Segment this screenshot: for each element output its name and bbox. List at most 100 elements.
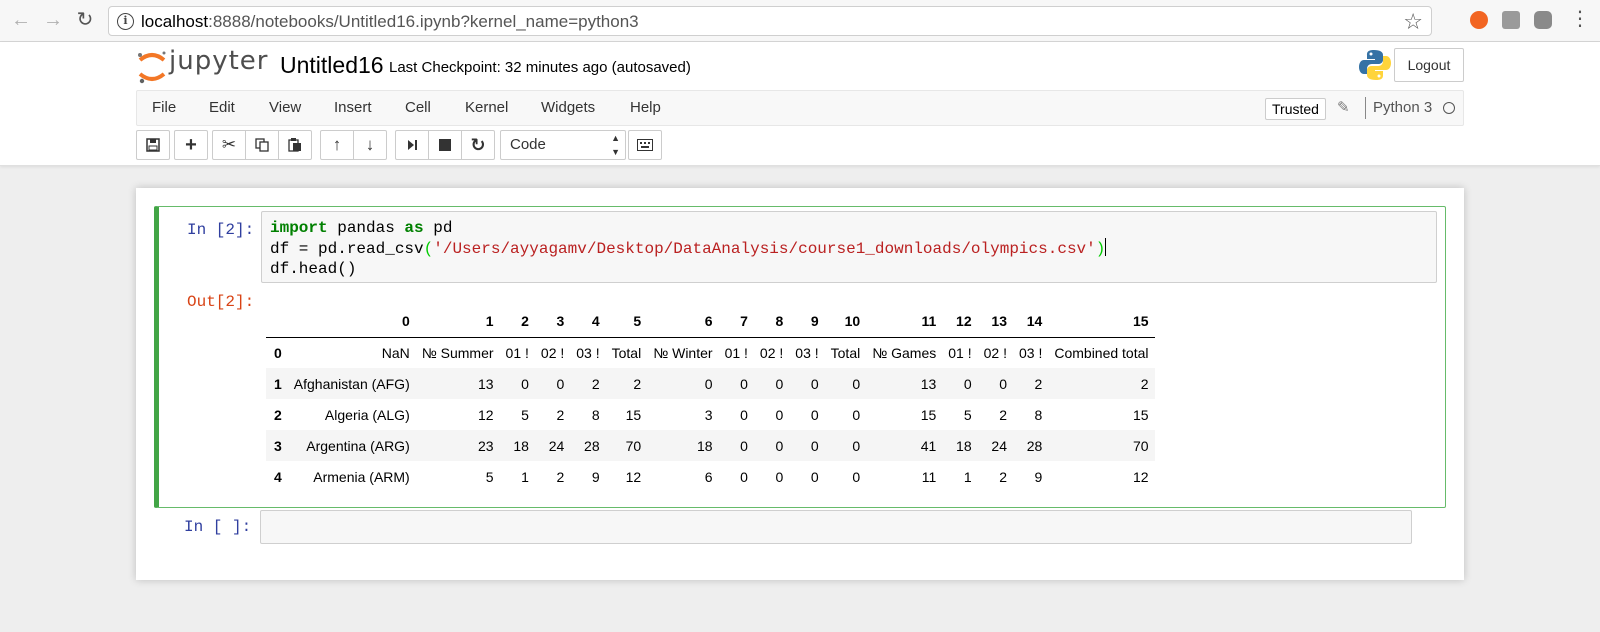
- table-cell: 0: [775, 468, 784, 485]
- insert-cell-button[interactable]: +: [174, 130, 208, 160]
- extension-icon[interactable]: [1534, 11, 1552, 29]
- table-cell: 12: [625, 468, 642, 485]
- table-cell: 3: [704, 406, 713, 423]
- jupyter-logo-text[interactable]: jupyter: [169, 46, 268, 76]
- menu-insert[interactable]: Insert: [334, 91, 372, 125]
- table-cell: 0: [852, 375, 861, 392]
- table-cell: 03 !: [576, 344, 600, 361]
- notebook-title[interactable]: Untitled16: [280, 52, 384, 79]
- menu-widgets[interactable]: Widgets: [541, 91, 595, 125]
- bookmark-star-icon[interactable]: ☆: [1403, 9, 1423, 35]
- table-row: 2 Algeria (ALG) 12 5 2 8 15 3 0 0 0 0 15 5 2 8 15: [266, 399, 1155, 430]
- code-text: df = pd.read_csv: [270, 240, 424, 258]
- menu-edit[interactable]: Edit: [209, 91, 235, 125]
- url-host: localhost: [141, 12, 209, 31]
- column-header: 11: [866, 306, 943, 338]
- paste-button[interactable]: [278, 130, 312, 160]
- forward-icon[interactable]: →: [42, 9, 64, 31]
- row-index: 2: [274, 406, 282, 423]
- column-header: 12: [942, 306, 978, 338]
- column-header: 5: [605, 306, 648, 338]
- table-row: 3 Argentina (ARG) 23 18 24 28 70 18 0 0 0 0 41 18 24 28…: [266, 430, 1155, 461]
- url-text[interactable]: localhost:8888/notebooks/Untitled16.ipyn…: [141, 12, 639, 32]
- cut-button[interactable]: ✂: [212, 130, 246, 160]
- column-header: 15: [1048, 306, 1155, 338]
- extension-icon[interactable]: [1502, 11, 1520, 29]
- table-cell: 70: [625, 437, 642, 454]
- info-icon[interactable]: i: [117, 13, 134, 30]
- table-cell: 2: [556, 468, 565, 485]
- scissors-icon: ✂: [221, 135, 237, 154]
- restart-button[interactable]: ↻: [461, 130, 495, 160]
- code-text: pandas: [327, 219, 405, 237]
- code-text: pd: [423, 219, 453, 237]
- url-path: :8888/notebooks/Untitled16.ipynb?kernel_…: [208, 12, 639, 31]
- cell-type-select[interactable]: Code ▲ ▼: [500, 130, 626, 160]
- table-cell: 0: [810, 468, 819, 485]
- table-cell: Armenia (ARM): [313, 468, 410, 485]
- table-cell: 15: [920, 406, 937, 423]
- table-cell: 0: [852, 406, 861, 423]
- command-palette-button[interactable]: [628, 130, 662, 160]
- menu-kernel[interactable]: Kernel: [465, 91, 508, 125]
- table-cell: 0: [740, 468, 748, 485]
- move-down-button[interactable]: ↓: [353, 130, 387, 160]
- code-cell-selected[interactable]: In [2]: import pandas as pd df = pd.read…: [154, 206, 1446, 508]
- code-editor-empty[interactable]: [260, 510, 1412, 544]
- column-header: 6: [647, 306, 719, 338]
- table-cell: 0: [775, 406, 784, 423]
- menu-view[interactable]: View: [269, 91, 301, 125]
- code-editor[interactable]: import pandas as pd df = pd.read_csv('/U…: [261, 211, 1437, 283]
- table-cell: 5: [485, 468, 494, 485]
- table-cell: 0: [740, 375, 748, 392]
- table-cell: Algeria (ALG): [324, 406, 410, 423]
- table-cell: 0: [810, 406, 819, 423]
- table-cell: 2: [556, 406, 565, 423]
- column-header: 3: [534, 306, 571, 338]
- table-cell: 70: [1132, 437, 1149, 454]
- address-bar[interactable]: i localhost:8888/notebooks/Untitled16.ip…: [108, 6, 1432, 36]
- copy-button[interactable]: [245, 130, 279, 160]
- table-cell: 0: [775, 437, 784, 454]
- run-button[interactable]: [395, 130, 429, 160]
- table-cell: № Games: [872, 344, 937, 361]
- table-cell: 5: [963, 406, 972, 423]
- table-cell: 15: [625, 406, 642, 423]
- kernel-divider: [1365, 97, 1366, 119]
- jupyter-header: jupyter Untitled16 Last Checkpoint: 32 m…: [0, 42, 1600, 166]
- back-icon[interactable]: ←: [10, 9, 32, 31]
- table-cell: 41: [920, 437, 937, 454]
- table-cell: 0: [810, 437, 819, 454]
- column-header: 10: [824, 306, 867, 338]
- extension-icon[interactable]: [1470, 11, 1488, 29]
- table-row: 0 NaN № Summer 01 ! 02 ! 03 ! Total № Winter 01 …: [266, 337, 1155, 368]
- column-header: 0: [287, 306, 416, 338]
- select-caret-icon: ▲ ▼: [611, 133, 620, 157]
- move-up-button[interactable]: ↑: [320, 130, 354, 160]
- copy-icon: [255, 138, 269, 152]
- cell-type-value: Code: [510, 136, 546, 153]
- menu-cell[interactable]: Cell: [405, 91, 431, 125]
- table-cell: 2: [633, 375, 642, 392]
- dataframe-table: 0 1 2 3 4 5 6 7 8 9 10 11 12 13 14 15 0 NaN № Summer 01 ! 0…: [266, 306, 1155, 492]
- browser-menu-icon[interactable]: ⋮: [1570, 8, 1590, 30]
- column-header: [266, 306, 288, 338]
- pencil-icon[interactable]: ✎: [1337, 98, 1350, 116]
- table-cell: 24: [991, 437, 1007, 454]
- reload-icon[interactable]: ↻: [74, 9, 96, 31]
- table-cell: 23: [477, 437, 494, 454]
- table-cell: 15: [1132, 406, 1149, 423]
- kernel-idle-icon: [1443, 102, 1455, 114]
- menubar: File Edit View Insert Cell Kernel Widget…: [136, 90, 1464, 126]
- browser-toolbar: ← → ↻ i localhost:8888/notebooks/Untitle…: [0, 0, 1600, 42]
- menu-file[interactable]: File: [152, 91, 176, 125]
- text-cursor: [1105, 238, 1107, 256]
- row-index: 0: [274, 344, 282, 361]
- menu-help[interactable]: Help: [630, 91, 661, 125]
- logout-button[interactable]: Logout: [1394, 48, 1464, 82]
- trusted-badge[interactable]: Trusted: [1265, 98, 1326, 120]
- interrupt-button[interactable]: [428, 130, 462, 160]
- table-cell: Combined total: [1054, 344, 1149, 361]
- save-button[interactable]: [136, 130, 170, 160]
- table-cell: 0: [852, 468, 861, 485]
